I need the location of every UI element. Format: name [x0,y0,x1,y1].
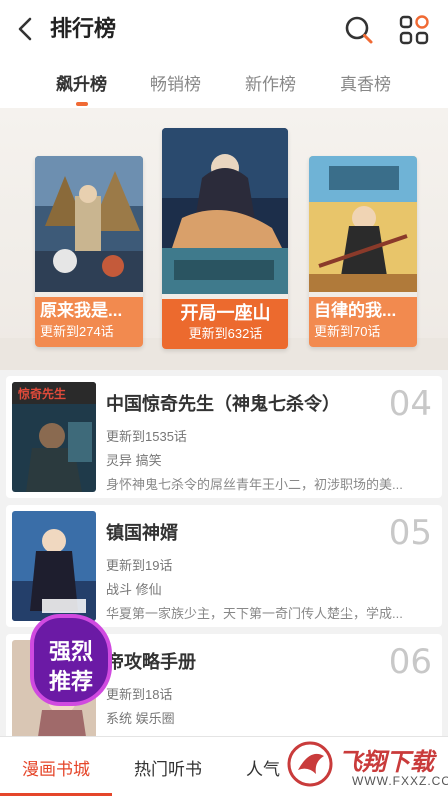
category-grid-icon[interactable] [398,14,430,46]
comic-tags: 灵异 搞笑 [106,453,162,468]
recommend-badge[interactable]: 强烈 推荐 [30,614,112,706]
comic-cover-image [309,156,417,292]
nav-comic-store[interactable]: 漫画书城 [22,755,90,780]
top-three-podium: 原来我是... 更新到274话 开局一座山 更新到632话 自律的我... 更新… [0,108,448,370]
search-icon[interactable] [343,14,375,46]
tab-new-works[interactable]: 新作榜 [245,70,296,95]
comic-update-status: 更新到274话 [40,324,114,339]
site-watermark: 飞翔下载 WWW.FXXZ.COM [282,736,448,796]
comic-tags: 战斗 修仙 [106,582,162,597]
comic-cover-image [162,128,288,294]
podium-card-2[interactable]: 原来我是... 更新到274话 [35,156,143,347]
comic-update-status: 更新到18话 [106,687,173,702]
back-arrow-icon[interactable] [12,14,40,44]
rank-number: 04 [388,384,432,424]
recommend-badge-line2: 推荐 [48,669,93,694]
comic-title: 开局一座山 [180,303,271,323]
podium-label-band: 开局一座山 更新到632话 [162,299,288,349]
rank-number: 05 [388,513,432,553]
podium-label-band: 自律的我... 更新到70话 [309,297,417,347]
svg-text:惊奇先生: 惊奇先生 [18,386,66,401]
comic-update-status: 更新到19话 [106,558,173,573]
comic-title: 镇国神婿 [106,523,178,543]
comic-update-status: 更新到1535话 [106,429,187,444]
comic-description: 身怀神鬼七杀令的屌丝青年王小二，初涉职场的美... [106,477,403,492]
comic-update-status: 更新到632话 [188,326,263,341]
comic-description: 华夏第一家族少主，天下第一奇门传人楚尘，学成... [106,606,403,621]
comic-cover-image: 惊奇先生 [12,382,96,492]
comic-title: 帝攻略手册 [106,652,196,672]
comic-title: 自律的我... [314,301,397,320]
top-bar: 排行榜 [0,0,448,58]
list-item[interactable]: 惊奇先生 中国惊奇先生（神鬼七杀令） 更新到1535话 灵异 搞笑 身怀神鬼七杀… [6,376,442,498]
list-item[interactable]: 镇国神婿 更新到19话 战斗 修仙 华夏第一家族少主，天下第一奇门传人楚尘，学成… [6,505,442,627]
comic-cover-image [35,156,143,292]
tab-rising[interactable]: 飙升榜 [56,70,107,95]
tab-bestselling[interactable]: 畅销榜 [150,70,201,95]
tab-popular[interactable]: 真香榜 [340,70,391,95]
watermark-text: 飞翔下载 [338,749,434,776]
podium-label-band: 原来我是... 更新到274话 [35,297,143,347]
comic-title: 中国惊奇先生（神鬼七杀令） [106,394,340,414]
watermark-url: WWW.FXXZ.COM [352,774,448,788]
active-tab-indicator [76,102,88,106]
podium-card-1[interactable]: 开局一座山 更新到632话 [162,128,288,349]
rank-number: 06 [388,642,432,682]
comic-update-status: 更新到70话 [314,324,381,339]
comic-title: 原来我是... [40,301,123,320]
comic-cover-image [12,511,96,621]
recommend-badge-line1: 强烈 [48,639,93,664]
podium-card-3[interactable]: 自律的我... 更新到70话 [309,156,417,347]
watermark-logo-icon [287,741,333,787]
nav-audiobooks[interactable]: 热门听书 [134,755,202,780]
comic-tags: 系统 娱乐圈 [106,711,175,726]
nav-popular[interactable]: 人气 [246,755,280,780]
ranking-tabs: 飙升榜 畅销榜 新作榜 真香榜 [0,58,448,108]
page-title: 排行榜 [50,16,117,41]
